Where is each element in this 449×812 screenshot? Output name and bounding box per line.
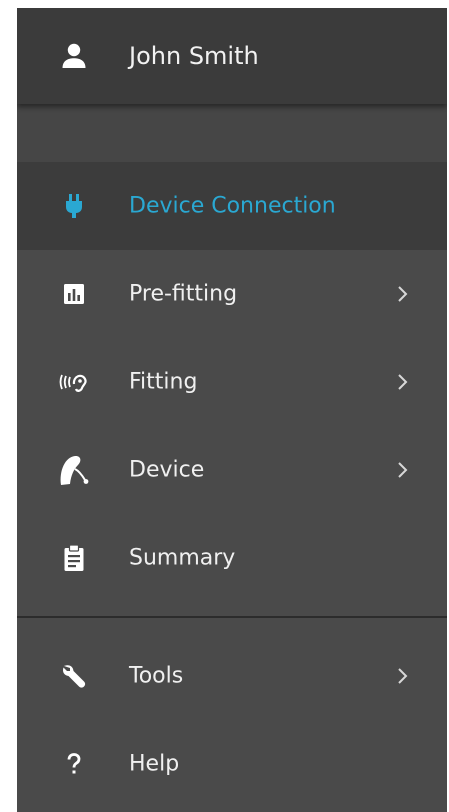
chevron-right-icon <box>395 460 411 480</box>
ear-icon <box>57 365 91 399</box>
menu-item-label: Device Connection <box>129 193 336 219</box>
menu-divider <box>17 616 447 618</box>
person-icon <box>57 39 91 73</box>
menu-item-device[interactable]: Device <box>17 426 447 514</box>
user-profile-header[interactable]: John Smith <box>17 8 447 104</box>
wrench-icon <box>57 659 91 693</box>
navigation-panel: John Smith Device Connection Pre-fitting <box>17 8 447 812</box>
chevron-right-icon <box>395 372 411 392</box>
menu-item-label: Fitting <box>129 369 198 395</box>
menu-item-label: Summary <box>129 545 236 571</box>
menu-item-label: Device <box>129 457 205 483</box>
user-name: John Smith <box>129 42 259 70</box>
chevron-right-icon <box>395 284 411 304</box>
hearing-aid-icon <box>57 453 91 487</box>
bar-chart-icon <box>57 277 91 311</box>
menu-item-label: Tools <box>129 663 184 689</box>
question-icon <box>57 747 91 781</box>
menu-item-label: Help <box>129 751 180 777</box>
plug-icon <box>57 189 91 223</box>
clipboard-icon <box>57 541 91 575</box>
menu-item-pre-fitting[interactable]: Pre-fitting <box>17 250 447 338</box>
menu-item-summary[interactable]: Summary <box>17 514 447 602</box>
menu-item-label: Pre-fitting <box>129 281 238 307</box>
chevron-right-icon <box>395 666 411 686</box>
menu-item-fitting[interactable]: Fitting <box>17 338 447 426</box>
menu-item-device-connection[interactable]: Device Connection <box>17 162 447 250</box>
menu-item-help[interactable]: Help <box>17 720 447 808</box>
menu-item-tools[interactable]: Tools <box>17 632 447 720</box>
header-spacer <box>17 104 447 162</box>
